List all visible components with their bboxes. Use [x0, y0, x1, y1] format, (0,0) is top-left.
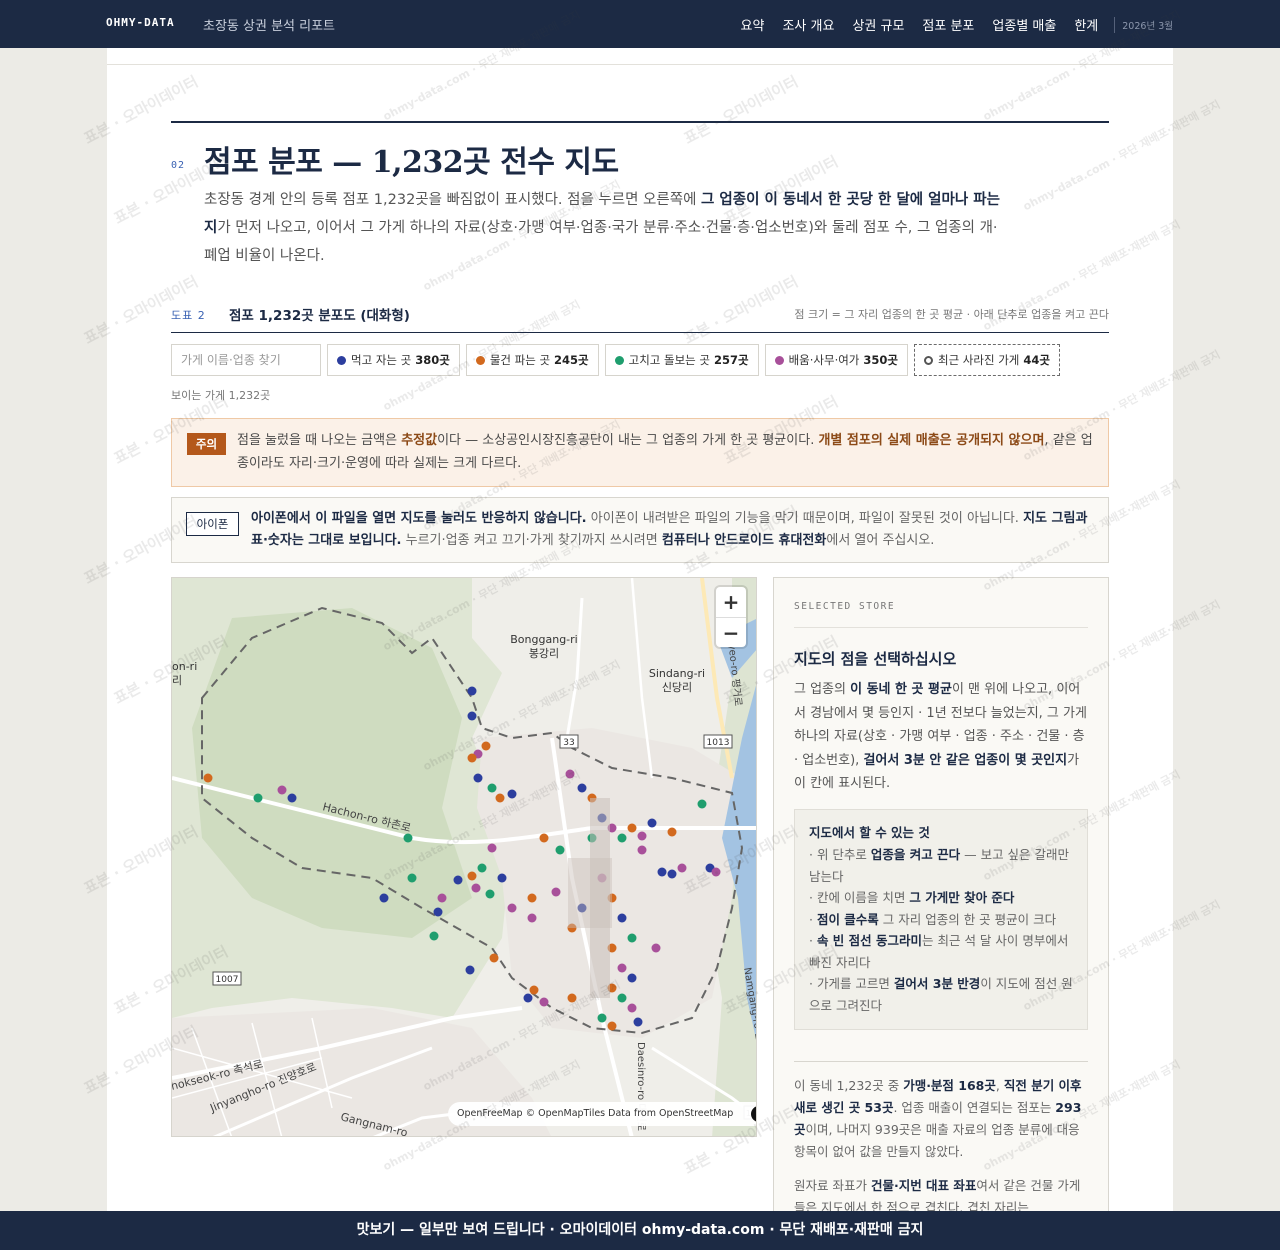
- info-icon[interactable]: i: [751, 1106, 756, 1122]
- place-bonggang-en: Bonggang-ri: [510, 633, 577, 646]
- filter-chip-education-office-leisure[interactable]: 배움·사무·여가 350곳: [764, 344, 908, 376]
- nav-survey-overview[interactable]: 조사 개요: [782, 15, 834, 34]
- report-subtitle: 초장동 상권 분석 리포트: [203, 19, 335, 34]
- panel-kicker: SELECTED STORE: [794, 601, 896, 612]
- category-dot: [774, 355, 784, 365]
- warning-text: 점을 눌렀을 때 나오는 금액은 추정값이다 — 소상공인시장진흥공단이 내는 …: [237, 433, 1093, 471]
- visible-store-count: 보이는 가게 1,232곳: [171, 389, 271, 402]
- map-howto-box: 지도에서 할 수 있는 것 · 위 단추로 업종을 켜고 끈다 — 보고 싶은 …: [794, 809, 1088, 1030]
- iphone-tag: 아이폰: [186, 512, 239, 536]
- figure-label: 도표 2: [171, 309, 206, 322]
- store-map[interactable]: 33 1013 1007 10 Bonggang-ri 봉강리 Sindang-…: [171, 577, 757, 1137]
- map-attribution: OpenFreeMap © OpenMapTiles Data from Ope…: [448, 1102, 756, 1126]
- howto-item: · 점이 클수록 그 자리 업종의 한 곳 평균이 크다: [809, 911, 1057, 927]
- filter-chip-closed-stores[interactable]: 최근 사라진 가게 44곳: [913, 344, 1060, 376]
- closed-ring-icon: [923, 355, 933, 365]
- report-date: 2026년 3월: [1122, 20, 1173, 32]
- nav-divider: [1114, 16, 1116, 33]
- nav-store-distribution[interactable]: 점포 분포: [922, 15, 974, 34]
- section-number: 02: [171, 160, 186, 171]
- preview-footer-bar: 맛보기 — 일부만 보여 드립니다 · 오마이데이터 ohmy-data.com…: [0, 1211, 1280, 1250]
- iphone-notice-text: 아이폰에서 이 파일을 열면 지도를 눌러도 반응하지 않습니다. 아이폰이 내…: [251, 511, 1088, 548]
- place-left-en: on-ri: [172, 660, 197, 673]
- howto-item: · 가게를 고르면 걸어서 3분 반경이 지도에 점선 원으로 그려진다: [809, 976, 1073, 1013]
- howto-item: · 칸에 이름을 치면 그 가게만 찾아 준다: [809, 890, 1015, 905]
- map-canvas[interactable]: 33 1013 1007 10 Bonggang-ri 봉강리 Sindang-…: [172, 578, 757, 1137]
- section-title: 점포 분포 — 1,232곳 전수 지도: [204, 145, 619, 180]
- panel-description: 그 업종의 이 동네 한 곳 평균이 맨 위에 나오고, 이어서 경남에서 몇 …: [794, 682, 1087, 791]
- category-dot: [614, 355, 624, 365]
- nav-menu: 요약 조사 개요 상권 규모 점포 분포 업종별 매출 한계 2026년 3월: [723, 15, 1173, 34]
- howto-item: · 위 단추로 업종을 켜고 끈다 — 보고 싶은 갈래만 남는다: [809, 847, 1070, 884]
- panel-divider-2: [794, 1061, 1088, 1062]
- filter-chip-food-lodging[interactable]: 먹고 자는 곳 380곳: [327, 344, 460, 376]
- panel-title: 지도의 점을 선택하십시오: [794, 650, 957, 668]
- iphone-notice-box: 아이폰 아이폰에서 이 파일을 열면 지도를 눌러도 반응하지 않습니다. 아이…: [171, 497, 1109, 563]
- route-1013-label: 1013: [707, 738, 730, 748]
- nav-summary[interactable]: 요약: [741, 15, 765, 34]
- top-navbar: OHMY-DATA 초장동 상권 분석 리포트 요약 조사 개요 상권 규모 점…: [0, 0, 1280, 48]
- figure-title: 점포 1,232곳 분포도 (대화형): [229, 308, 410, 324]
- section-intro: 초장동 경계 안의 등록 점포 1,232곳을 빠짐없이 표시했다. 점을 누르…: [204, 192, 1000, 264]
- panel-divider: [794, 627, 1088, 628]
- nav-market-size[interactable]: 상권 규모: [852, 15, 904, 34]
- warning-tag: 주의: [187, 433, 226, 455]
- zoom-in-button[interactable]: +: [716, 587, 746, 617]
- route-33-label: 33: [563, 738, 574, 748]
- howto-item: · 속 빈 점선 동그라미는 최근 석 달 사이 명부에서 빠진 자리다: [809, 933, 1069, 970]
- category-dot: [337, 355, 346, 365]
- map-zoom-control: + −: [716, 587, 746, 647]
- howto-title: 지도에서 할 수 있는 것: [809, 825, 930, 840]
- place-sindang-en: Sindang-ri: [649, 667, 705, 680]
- panel-stats-text: 이 동네 1,232곳 중 가맹·분점 168곳, 직전 분기 이후 새로 생긴…: [794, 1078, 1082, 1159]
- filter-chip-repair-care[interactable]: 고치고 돌보는 곳 257곳: [604, 344, 759, 376]
- route-1007-label: 1007: [216, 975, 239, 985]
- section-rule: [171, 121, 1109, 123]
- place-left-ko: 리: [172, 674, 182, 687]
- figure-header: 도표 2 점포 1,232곳 분포도 (대화형) 점 크기 = 그 자리 업종의…: [171, 303, 1109, 333]
- store-search-input[interactable]: [171, 344, 321, 376]
- nav-sales-by-industry[interactable]: 업종별 매출: [992, 15, 1056, 34]
- estimate-warning-box: 주의 점을 눌렀을 때 나오는 금액은 추정값이다 — 소상공인시장진흥공단이 …: [171, 418, 1109, 487]
- place-sindang-ko: 신당리: [662, 681, 692, 694]
- filter-controls: 먹고 자는 곳 380곳 물건 파는 곳 245곳 고치고 돌보는 곳 257곳…: [171, 344, 1060, 376]
- selected-store-panel: SELECTED STORE 지도의 점을 선택하십시오 그 업종의 이 동네 …: [773, 577, 1109, 1217]
- brand-logo[interactable]: OHMY-DATA: [106, 16, 175, 29]
- figure-note: 점 크기 = 그 자리 업종의 한 곳 평균 · 아래 단추로 업종을 켜고 끈…: [794, 308, 1109, 321]
- sheet-top-divider: [107, 64, 1173, 65]
- category-dot: [475, 355, 485, 365]
- nav-limitations[interactable]: 한계: [1074, 15, 1098, 34]
- place-bonggang-ko: 봉강리: [529, 647, 559, 660]
- filter-chip-retail[interactable]: 물건 파는 곳 245곳: [465, 344, 599, 376]
- attribution-text[interactable]: OpenFreeMap © OpenMapTiles Data from Ope…: [457, 1108, 733, 1119]
- zoom-out-button[interactable]: −: [716, 617, 746, 647]
